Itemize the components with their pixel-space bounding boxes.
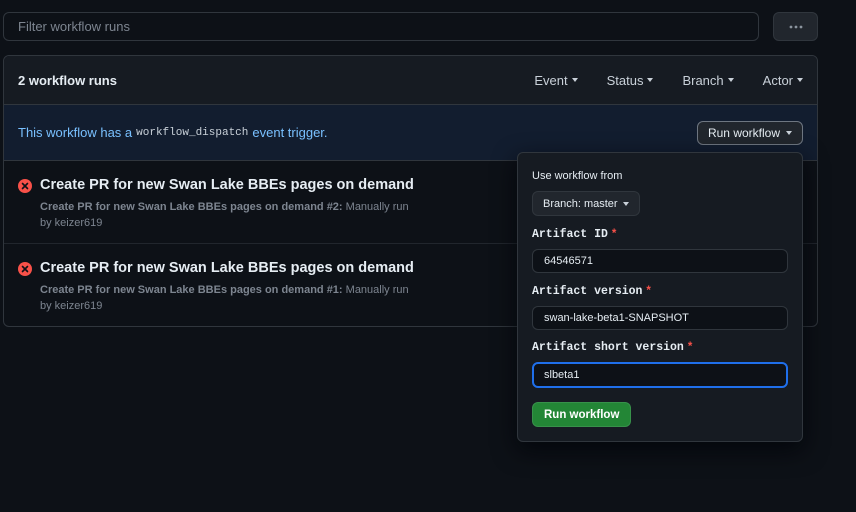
x-circle-fill-icon bbox=[18, 262, 32, 276]
run-meta-trigger: Manually run bbox=[345, 284, 409, 296]
run-workflow-submit-button[interactable]: Run workflow bbox=[532, 402, 632, 427]
banner-suffix: event trigger. bbox=[252, 125, 328, 140]
caret-down-icon bbox=[647, 78, 654, 82]
run-workflow-label: Run workflow bbox=[707, 126, 780, 140]
required-mark: * bbox=[611, 228, 617, 240]
branch-select-label: Branch: master bbox=[543, 197, 618, 210]
required-mark: * bbox=[646, 285, 651, 297]
branch-filter-label: Branch bbox=[682, 72, 724, 88]
run-meta-actor: by keizer619 bbox=[40, 217, 103, 229]
run-meta-workflow: Create PR for new Swan Lake BBEs pages o… bbox=[40, 284, 343, 296]
kebab-horizontal-icon bbox=[789, 25, 802, 28]
event-filter-label: Event bbox=[534, 72, 568, 88]
status-filter-dropdown[interactable]: Status bbox=[607, 73, 654, 88]
caret-down-icon bbox=[571, 78, 578, 82]
actor-filter-dropdown[interactable]: Actor bbox=[763, 73, 803, 88]
required-mark: * bbox=[687, 341, 693, 353]
run-workflow-dropdown-button[interactable]: Run workflow bbox=[696, 121, 803, 145]
x-circle-fill-icon bbox=[18, 179, 32, 193]
branch-filter-dropdown[interactable]: Branch bbox=[682, 72, 734, 88]
status-filter-label: Status bbox=[606, 72, 644, 88]
caret-down-icon bbox=[622, 201, 629, 206]
artifact-id-label-text: Artifact ID bbox=[532, 228, 608, 241]
artifact-id-label: Artifact ID * bbox=[532, 228, 616, 241]
filter-runs-field[interactable] bbox=[3, 12, 759, 41]
branch-select-button[interactable]: Branch: master bbox=[532, 191, 640, 216]
event-filter-dropdown[interactable]: Event bbox=[534, 72, 578, 88]
artifact-id-field[interactable] bbox=[532, 249, 788, 273]
artifact-short-version-label: Artifact short version * bbox=[532, 341, 692, 354]
caret-down-icon bbox=[727, 78, 734, 82]
use-workflow-from-label: Use workflow from bbox=[532, 170, 623, 182]
artifact-short-version-label-text: Artifact short version bbox=[532, 341, 684, 354]
artifact-version-field[interactable] bbox=[532, 306, 788, 330]
caret-down-icon bbox=[786, 131, 792, 135]
artifact-version-label-text: Artifact version bbox=[532, 285, 643, 298]
run-workflow-popover: Use workflow from Branch: master Artifac… bbox=[517, 152, 803, 442]
artifact-id-input[interactable] bbox=[544, 255, 776, 267]
artifact-short-version-input[interactable] bbox=[544, 369, 776, 381]
artifact-version-label: Artifact version * bbox=[532, 285, 651, 298]
banner-code: workflow_dispatch bbox=[136, 126, 249, 139]
filter-runs-input[interactable] bbox=[18, 19, 758, 34]
runs-header: 2 workflow runs Event Status Branch Acto… bbox=[4, 56, 817, 105]
runs-filters: Event Status Branch Actor bbox=[534, 73, 803, 88]
artifact-short-version-field[interactable] bbox=[532, 362, 788, 388]
run-meta-actor: by keizer619 bbox=[40, 300, 103, 312]
artifact-version-input[interactable] bbox=[544, 312, 776, 324]
caret-down-icon bbox=[797, 78, 803, 82]
actor-filter-label: Actor bbox=[762, 72, 793, 88]
runs-count: 2 workflow runs bbox=[18, 72, 117, 88]
more-options-button[interactable] bbox=[773, 12, 818, 41]
banner-prefix: This workflow has a bbox=[18, 125, 133, 140]
run-meta-workflow: Create PR for new Swan Lake BBEs pages o… bbox=[40, 201, 343, 213]
run-meta-trigger: Manually run bbox=[345, 201, 409, 213]
